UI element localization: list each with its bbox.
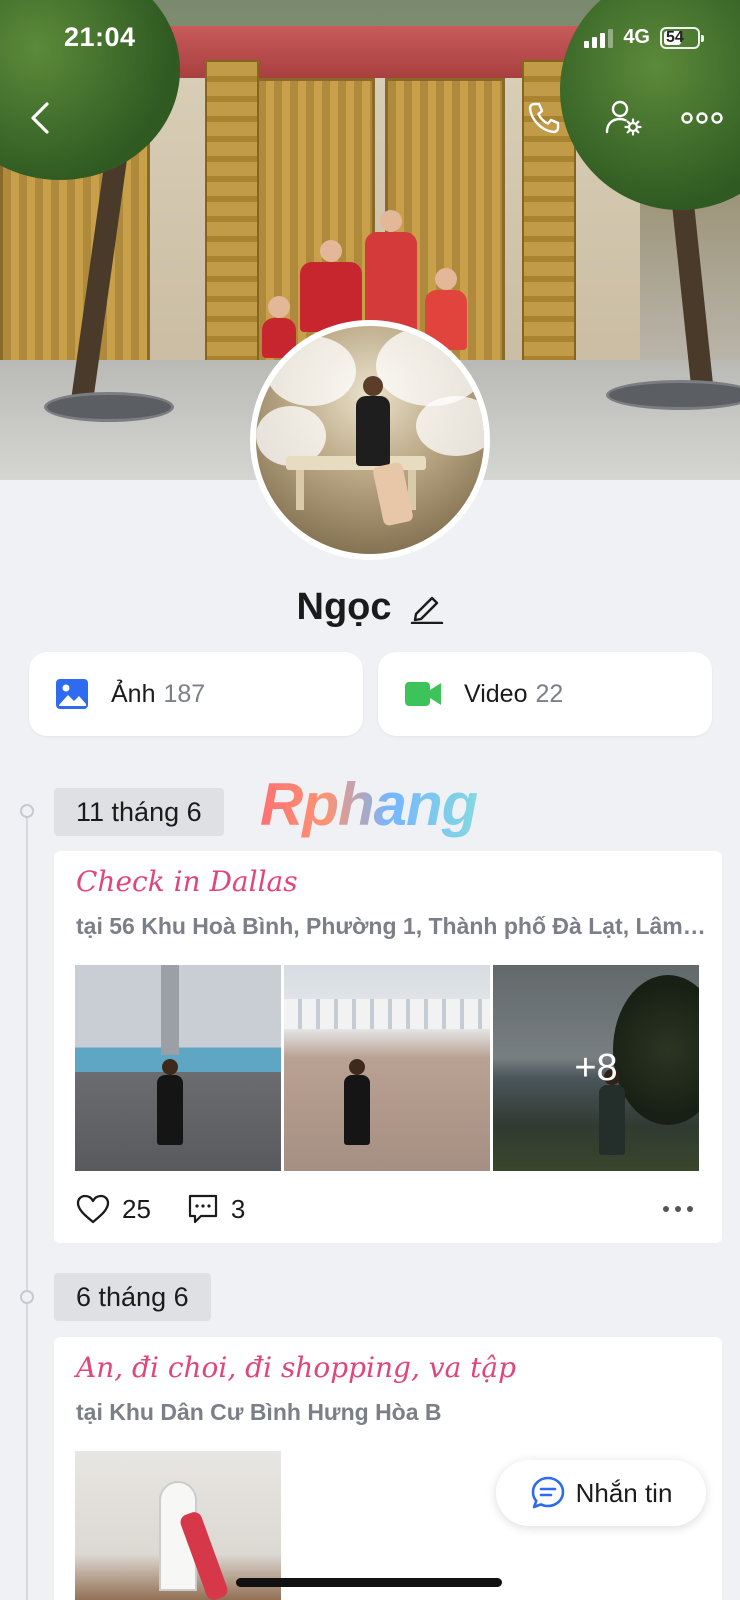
post-date-chip: 11 tháng 6 bbox=[54, 788, 224, 836]
timeline-line bbox=[26, 812, 28, 1600]
message-button-label: Nhắn tin bbox=[575, 1477, 673, 1508]
network-type: 4G bbox=[623, 26, 650, 48]
post-date-chip: 6 tháng 6 bbox=[54, 1273, 211, 1321]
profile-name: Ngọc bbox=[296, 585, 392, 628]
like-count: 25 bbox=[122, 1193, 151, 1224]
photo-building bbox=[284, 999, 490, 1029]
comment-count: 3 bbox=[230, 1193, 246, 1224]
like-button[interactable]: 25 bbox=[76, 1194, 151, 1225]
photo-person bbox=[344, 1059, 370, 1145]
heart-icon bbox=[76, 1194, 110, 1224]
phone-icon bbox=[528, 102, 560, 134]
watermark-logo: Rphang bbox=[260, 771, 478, 838]
comment-button[interactable]: 3 bbox=[187, 1193, 245, 1225]
battery-icon: 54 bbox=[660, 26, 704, 49]
timeline-dot bbox=[20, 1290, 34, 1304]
user-settings-icon bbox=[605, 100, 642, 136]
post-more-button[interactable] bbox=[658, 1194, 698, 1224]
photos-card[interactable]: Ảnh 187 bbox=[29, 652, 363, 736]
post-card[interactable]: Check in Dallas tại 56 Khu Hoà Bình, Phư… bbox=[54, 851, 722, 1243]
more-horizontal-icon bbox=[681, 112, 723, 124]
videos-card[interactable]: Video 22 bbox=[378, 652, 712, 736]
post-photo-thumbnail[interactable] bbox=[284, 965, 490, 1171]
post-location: tại Khu Dân Cư Bình Hưng Hòa B bbox=[76, 1399, 442, 1425]
status-indicators: 4G 54 bbox=[584, 26, 704, 49]
photos-label: Ảnh bbox=[111, 679, 156, 708]
battery-level: 54 bbox=[666, 28, 684, 46]
comment-icon bbox=[188, 1194, 218, 1224]
post-photo-thumbnail[interactable] bbox=[75, 965, 281, 1171]
home-indicator bbox=[236, 1578, 502, 1587]
more-options-button[interactable] bbox=[680, 96, 724, 140]
post-location: tại 56 Khu Hoà Bình, Phường 1, Thành phố… bbox=[76, 913, 706, 939]
cover-planter bbox=[44, 392, 174, 422]
user-settings-button[interactable] bbox=[602, 96, 646, 140]
videos-label: Video bbox=[464, 679, 528, 708]
photos-label-group: Ảnh 187 bbox=[111, 680, 205, 709]
avatar-person bbox=[356, 376, 390, 466]
chat-bubble-icon bbox=[531, 1476, 564, 1509]
back-button[interactable] bbox=[18, 96, 62, 140]
post-title: Check in Dallas bbox=[76, 865, 298, 898]
videos-count: 22 bbox=[535, 679, 564, 708]
edit-pencil-icon[interactable] bbox=[410, 590, 444, 624]
profile-name-row: Ngọc bbox=[0, 582, 740, 632]
avatar-blossom bbox=[376, 326, 484, 406]
avatar-blossom bbox=[416, 396, 484, 456]
avatar-blossom bbox=[266, 336, 356, 406]
more-photos-count: +8 bbox=[493, 965, 699, 1171]
post-title: An, đi choi, đi shopping, va tập bbox=[76, 1351, 517, 1384]
videos-label-group: Video 22 bbox=[464, 680, 563, 709]
more-horizontal-icon bbox=[663, 1206, 693, 1212]
photos-count: 187 bbox=[163, 679, 206, 708]
video-camera-icon bbox=[405, 682, 441, 706]
cover-pillar bbox=[205, 60, 259, 380]
call-button[interactable] bbox=[522, 96, 566, 140]
photo-tower bbox=[161, 965, 179, 1055]
photo-icon bbox=[56, 679, 88, 709]
message-button[interactable]: Nhắn tin bbox=[496, 1460, 706, 1526]
profile-avatar[interactable] bbox=[250, 320, 490, 560]
photo-person bbox=[157, 1059, 183, 1145]
chevron-left-icon bbox=[31, 102, 49, 134]
cellular-signal-icon bbox=[584, 28, 614, 48]
timeline-dot bbox=[20, 804, 34, 818]
post-photo-thumbnail-more[interactable]: +8 bbox=[493, 965, 699, 1171]
post-actions: 25 3 bbox=[76, 1189, 281, 1229]
status-time: 21:04 bbox=[64, 22, 136, 52]
